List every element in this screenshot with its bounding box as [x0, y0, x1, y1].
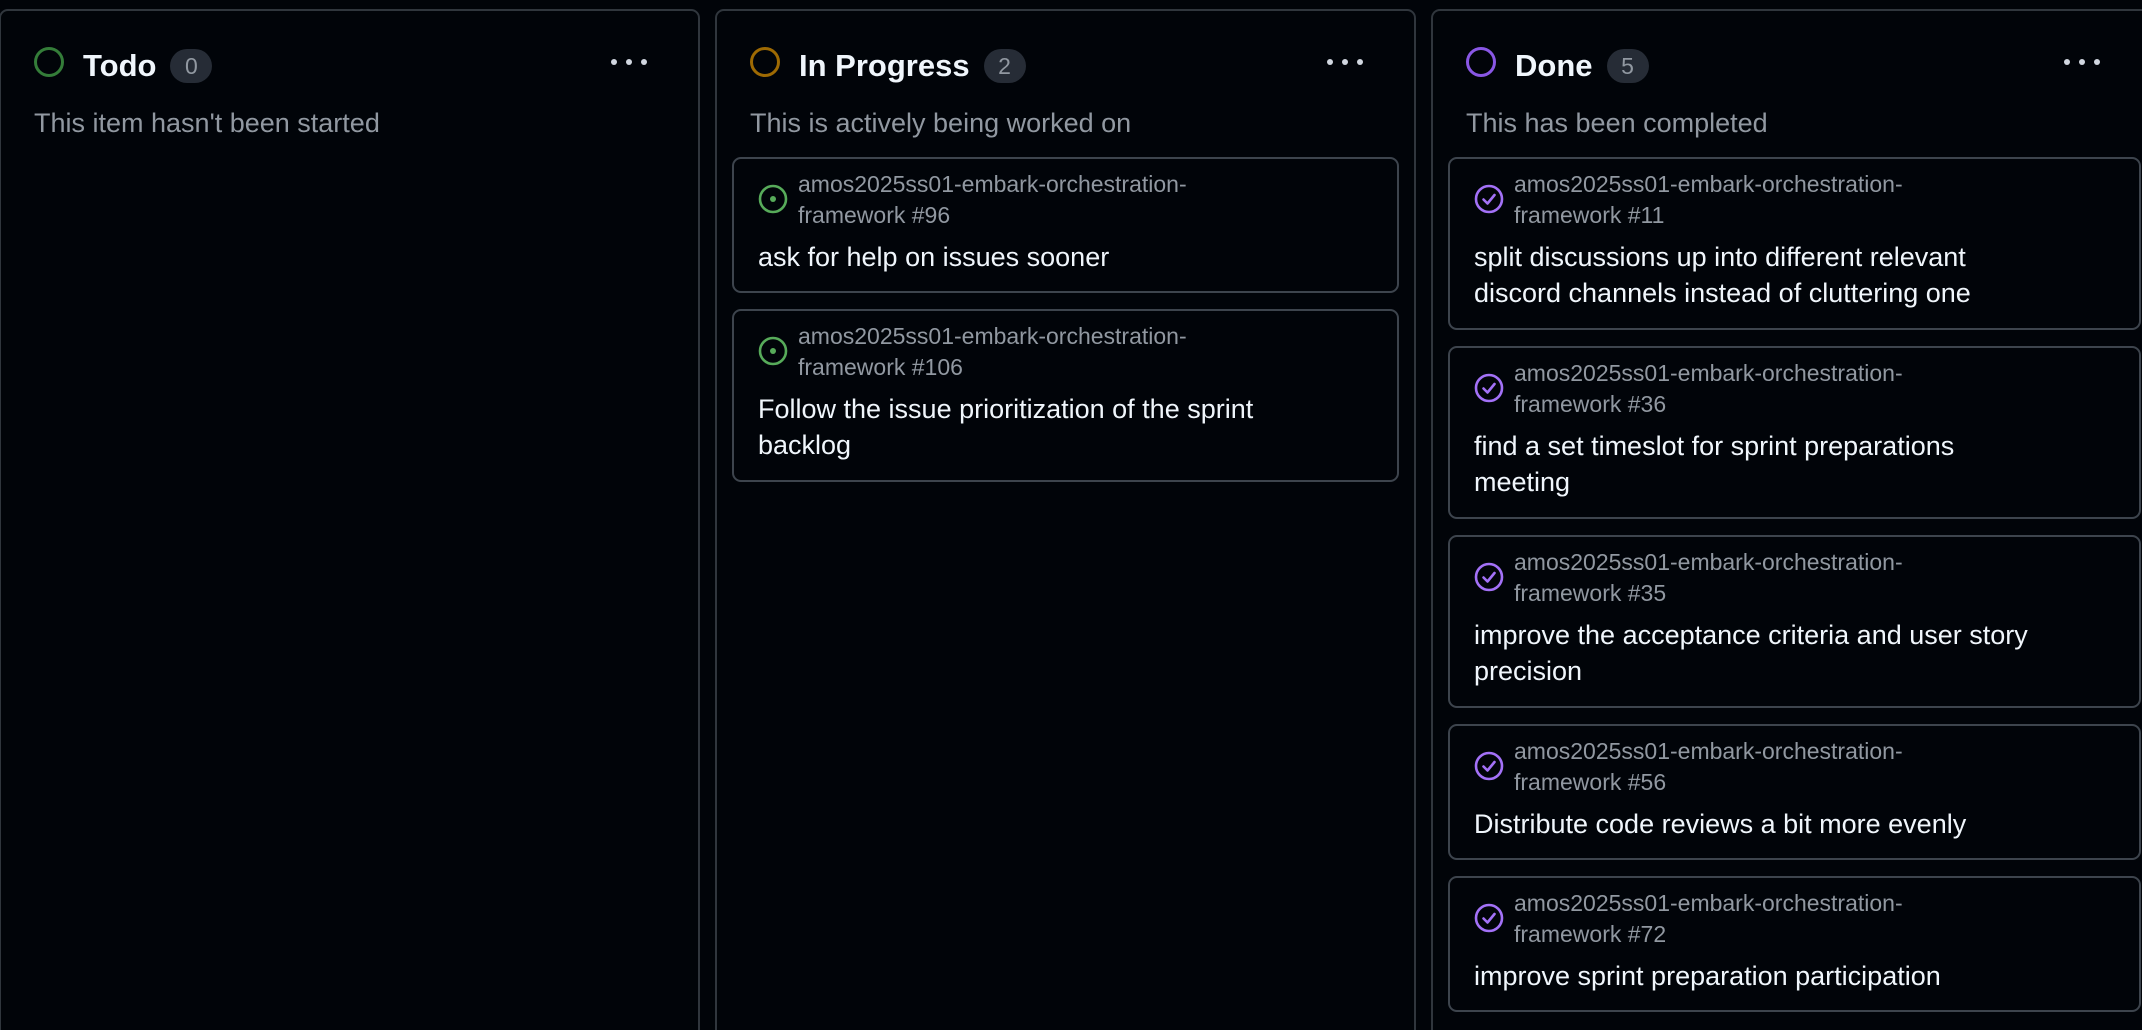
more-options-button[interactable]	[1324, 53, 1366, 69]
issue-open-icon	[758, 336, 788, 366]
item-count-badge: 0	[170, 49, 213, 83]
issue-closed-icon	[1474, 903, 1504, 933]
issue-repo-reference[interactable]: amos2025ss01-embark-orchestration- frame…	[1514, 547, 2034, 609]
item-count-badge: 5	[1606, 49, 1649, 83]
issue-title[interactable]: find a set timeslot for sprint preparati…	[1474, 428, 2074, 500]
issue-title[interactable]: improve the acceptance criteria and user…	[1474, 617, 2074, 689]
column-header: In Progress 2 This is actively being work…	[717, 11, 1414, 161]
issue-closed-icon	[1474, 184, 1504, 214]
todo-status-icon	[34, 47, 64, 77]
kebab-horizontal-icon	[1327, 59, 1333, 65]
issue-card[interactable]: amos2025ss01-embark-orchestration- frame…	[1448, 876, 2141, 1012]
column-description: This item hasn't been started	[34, 108, 380, 138]
issue-closed-icon	[1474, 562, 1504, 592]
column-title: Done 5	[1515, 49, 1649, 83]
issue-repo-reference[interactable]: amos2025ss01-embark-orchestration- frame…	[1514, 736, 2034, 798]
more-options-button[interactable]	[608, 53, 650, 69]
column-in-progress: In Progress 2 This is actively being work…	[715, 9, 1416, 1030]
issue-repo-reference[interactable]: amos2025ss01-embark-orchestration- frame…	[1514, 888, 2034, 950]
issue-repo-reference[interactable]: amos2025ss01-embark-orchestration- frame…	[1514, 358, 2034, 420]
issue-card[interactable]: amos2025ss01-embark-orchestration- frame…	[1448, 346, 2141, 519]
issue-open-icon	[758, 184, 788, 214]
done-status-icon	[1466, 47, 1496, 77]
issue-title[interactable]: improve sprint preparation participation	[1474, 958, 2074, 994]
issue-card[interactable]: amos2025ss01-embark-orchestration- frame…	[732, 157, 1399, 293]
column-title: In Progress 2	[799, 49, 1026, 83]
issue-title[interactable]: Follow the issue prioritization of the s…	[758, 391, 1358, 463]
issue-repo-reference[interactable]: amos2025ss01-embark-orchestration- frame…	[798, 169, 1318, 231]
column-todo: Todo 0 This item hasn't been started	[0, 9, 700, 1030]
issue-closed-icon	[1474, 751, 1504, 781]
column-header: Todo 0 This item hasn't been started	[1, 11, 698, 161]
column-description: This is actively being worked on	[750, 108, 1132, 138]
issue-closed-icon	[1474, 373, 1504, 403]
in-progress-status-icon	[750, 47, 780, 77]
project-board: Todo 0 This item hasn't been started In P…	[0, 0, 2142, 1030]
more-options-button[interactable]	[2061, 53, 2103, 69]
issue-title[interactable]: Distribute code reviews a bit more evenl…	[1474, 806, 2074, 842]
item-count-badge: 2	[983, 49, 1026, 83]
column-header: Done 5 This has been completed	[1433, 11, 2142, 161]
issue-card[interactable]: amos2025ss01-embark-orchestration- frame…	[1448, 535, 2141, 708]
issue-title[interactable]: ask for help on issues sooner	[758, 239, 1358, 275]
issue-repo-reference[interactable]: amos2025ss01-embark-orchestration- frame…	[1514, 169, 2034, 231]
issue-repo-reference[interactable]: amos2025ss01-embark-orchestration- frame…	[798, 321, 1318, 383]
column-done: Done 5 This has been completed amos2025ss…	[1431, 9, 2142, 1030]
issue-title[interactable]: split discussions up into different rele…	[1474, 239, 2074, 311]
issue-card[interactable]: amos2025ss01-embark-orchestration- frame…	[1448, 157, 2141, 330]
issue-card[interactable]: amos2025ss01-embark-orchestration- frame…	[732, 309, 1399, 482]
column-description: This has been completed	[1466, 108, 1768, 138]
kebab-horizontal-icon	[611, 59, 617, 65]
kebab-horizontal-icon	[2064, 59, 2070, 65]
column-title: Todo 0	[83, 49, 213, 83]
issue-card[interactable]: amos2025ss01-embark-orchestration- frame…	[1448, 724, 2141, 860]
